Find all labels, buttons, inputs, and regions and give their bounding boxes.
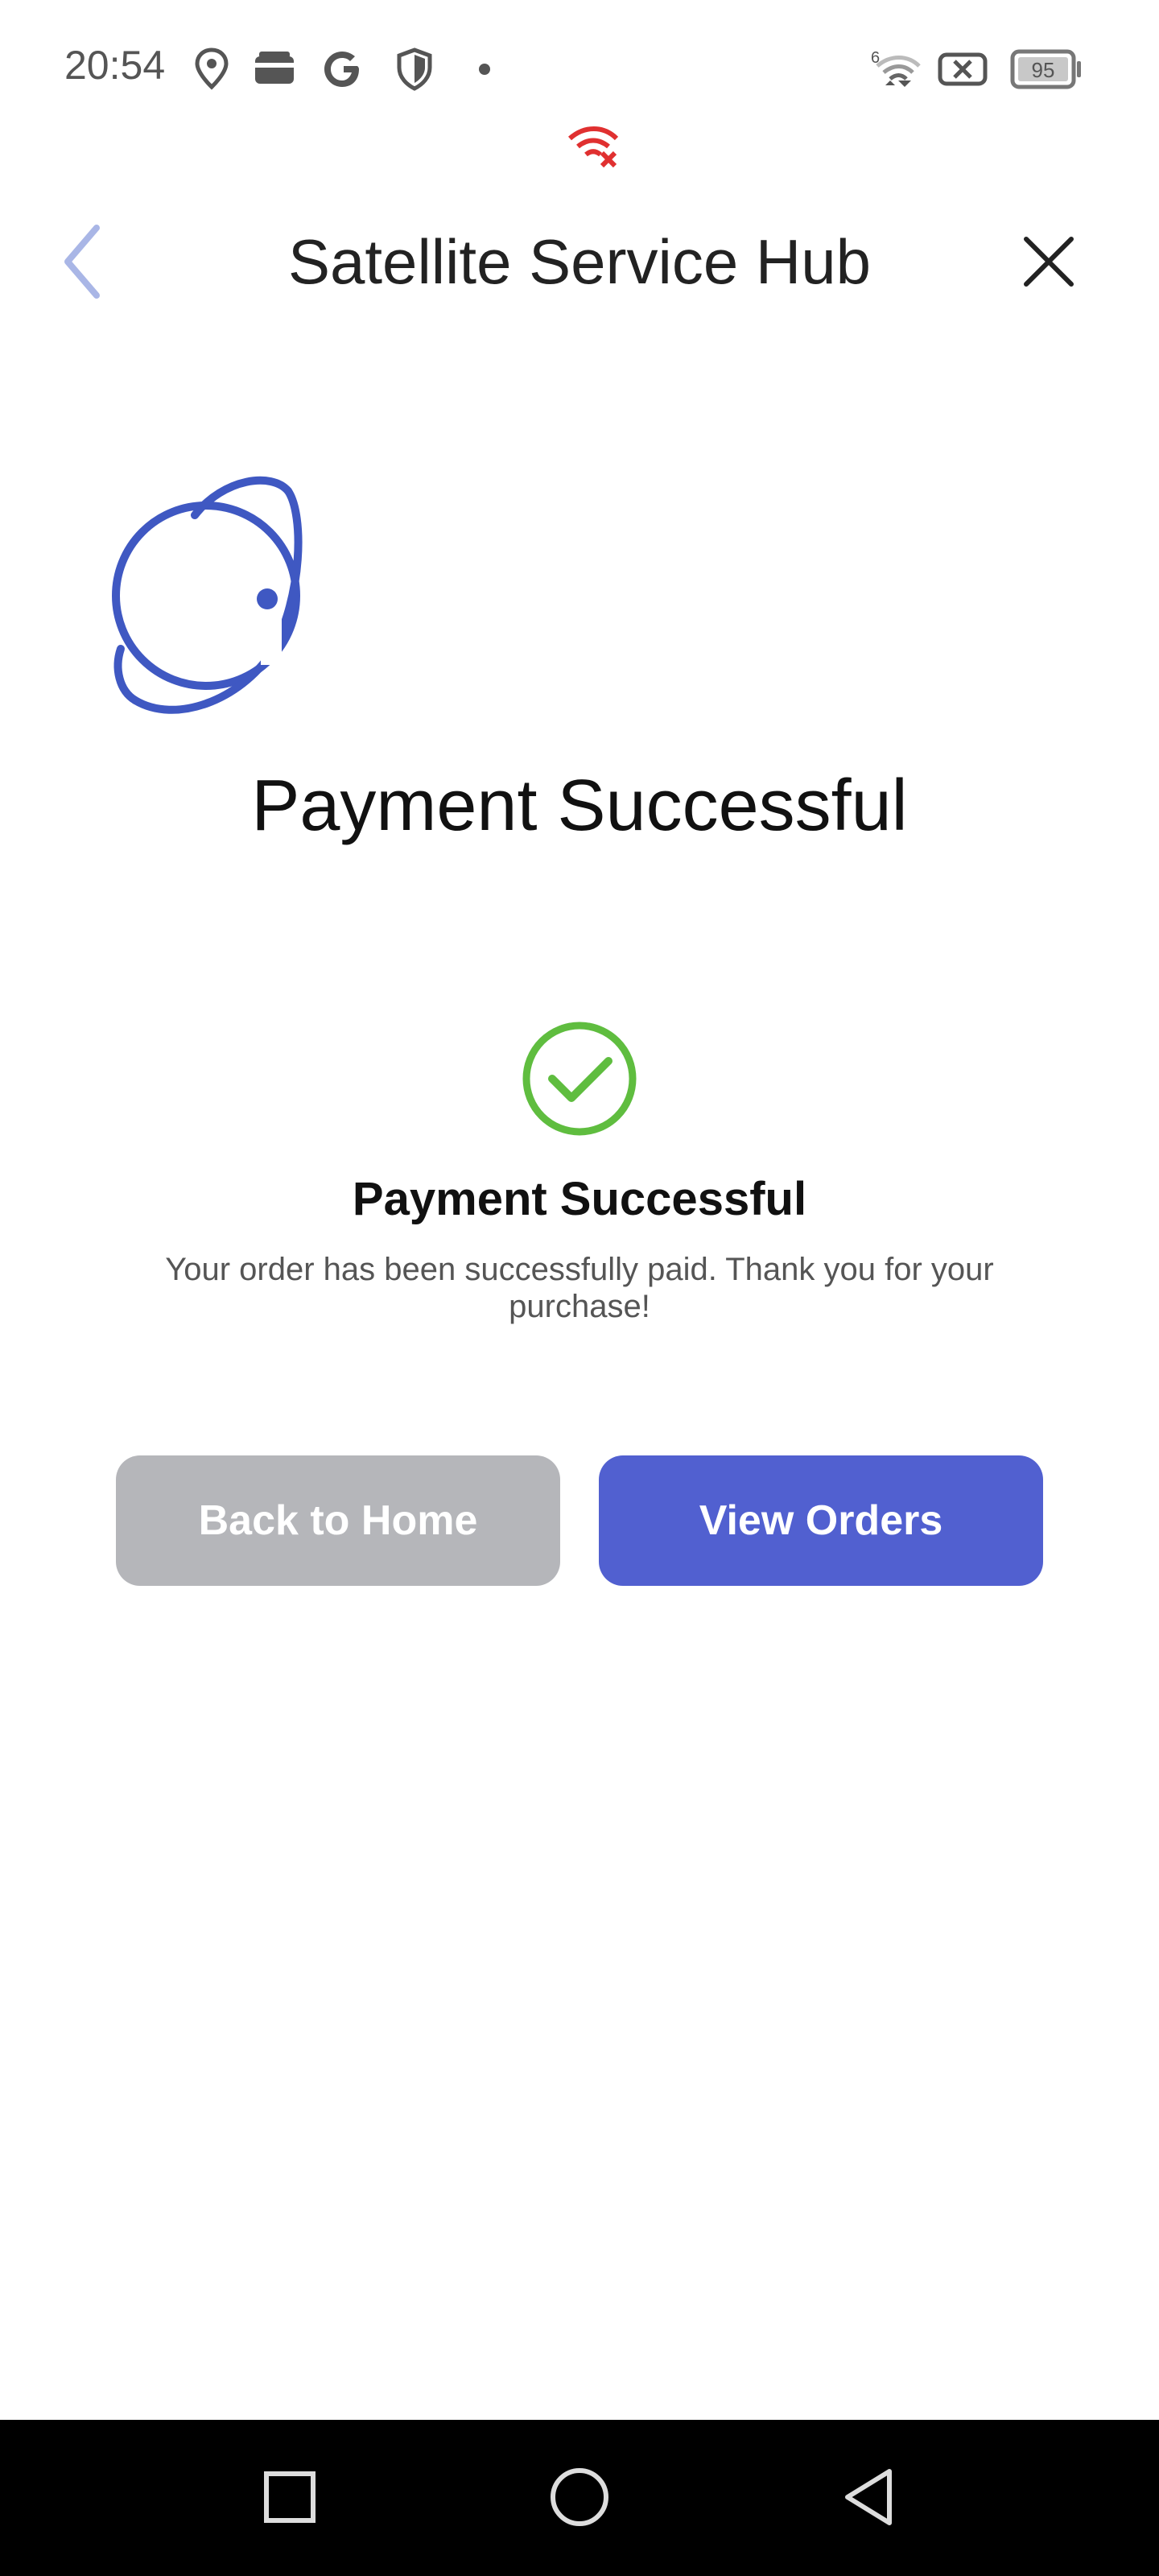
back-icon (841, 2467, 897, 2532)
google-icon (320, 47, 365, 92)
close-button[interactable] (1004, 219, 1093, 308)
home-icon (549, 2467, 610, 2532)
result-message: Your order has been successfully paid. T… (165, 1252, 994, 1324)
app-header: Satellite Service Hub (0, 201, 1159, 330)
planet-logo-icon (103, 467, 320, 724)
wifi-icon: 6 (869, 47, 922, 92)
dot-icon (478, 63, 491, 108)
page-heading: Payment Successful (251, 766, 908, 846)
battery-level: 95 (1032, 58, 1055, 82)
system-nav-bar (0, 2420, 1159, 2576)
wallet-icon (253, 47, 296, 92)
sim-blocked-icon (937, 47, 988, 92)
recent-apps-button[interactable] (250, 2458, 330, 2539)
battery-icon: 95 (1009, 47, 1083, 92)
header-title: Satellite Service Hub (287, 226, 871, 297)
view-orders-button[interactable]: View Orders (599, 1455, 1043, 1586)
recent-apps-icon (262, 2469, 318, 2529)
shield-icon (394, 47, 435, 92)
result-title: Payment Successful (352, 1173, 807, 1225)
location-icon (193, 47, 230, 92)
back-to-home-button[interactable]: Back to Home (116, 1455, 560, 1586)
status-bar: 20:54 6 95 (0, 0, 1159, 168)
home-button[interactable] (539, 2458, 620, 2539)
check-circle-icon (522, 1021, 637, 1137)
close-icon (1023, 236, 1074, 291)
nav-back-button[interactable] (829, 2458, 909, 2539)
wifi-alert-icon (567, 121, 623, 173)
status-time: 20:54 (64, 43, 166, 88)
